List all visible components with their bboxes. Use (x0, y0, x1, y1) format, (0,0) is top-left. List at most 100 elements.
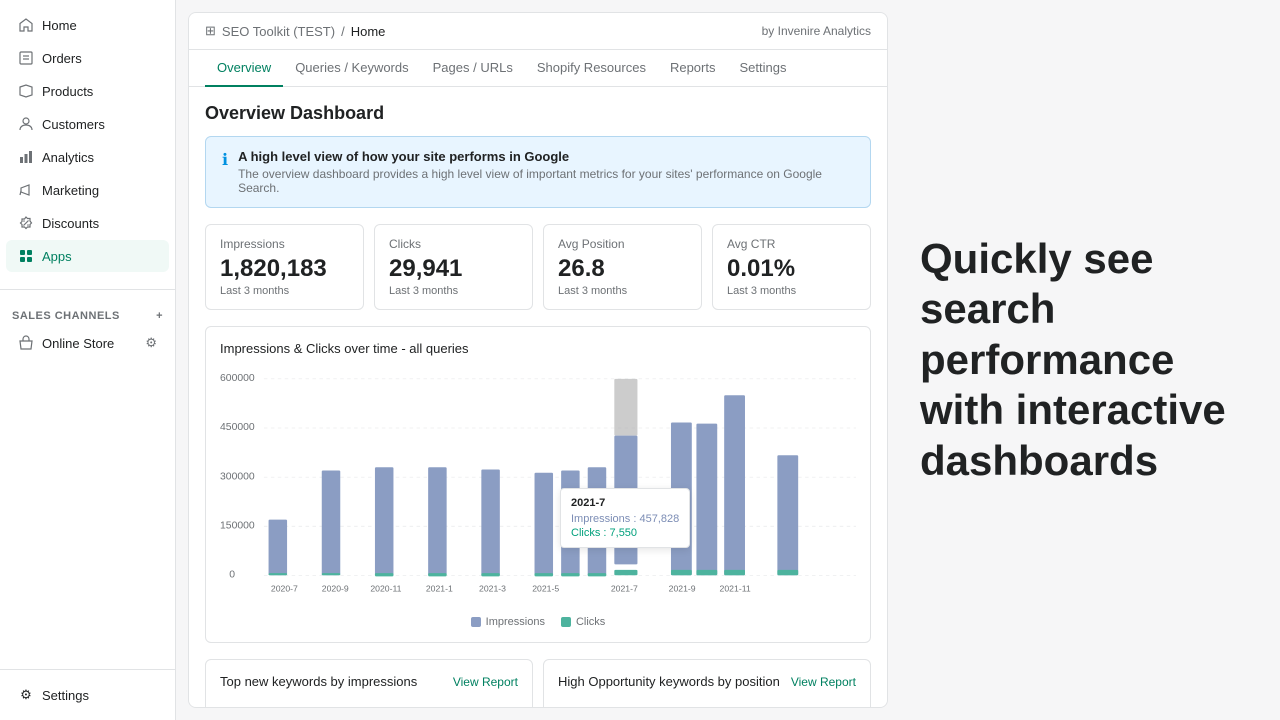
metric-card-avg-ctr: Avg CTR 0.01% Last 3 months (712, 224, 871, 310)
view-report-link-2[interactable]: View Report (791, 675, 856, 689)
metric-period: Last 3 months (727, 285, 856, 297)
keyword-count: 11 (844, 705, 856, 708)
card-title: High Opportunity keywords by position (558, 674, 780, 689)
svg-text:600000: 600000 (220, 373, 255, 384)
legend-impressions-dot (471, 617, 481, 627)
analytics-icon (18, 149, 34, 165)
svg-text:2021-1: 2021-1 (426, 584, 453, 594)
tab-reports[interactable]: Reports (658, 50, 728, 87)
main-area: ⊞ SEO Toolkit (TEST) / Home by Invenire … (176, 0, 1280, 720)
view-report-link[interactable]: View Report (453, 675, 518, 689)
legend-clicks: Clicks (561, 616, 605, 628)
metric-period: Last 3 months (558, 285, 687, 297)
keyword-count: 875 (498, 705, 518, 708)
metric-value: 0.01% (727, 255, 856, 283)
svg-text:2021-11: 2021-11 (720, 584, 751, 594)
metric-label: Avg Position (558, 237, 687, 251)
settings-label: Settings (42, 688, 89, 703)
metric-label: Avg CTR (727, 237, 856, 251)
sidebar-item-home[interactable]: Home (6, 9, 169, 41)
store-icon (18, 335, 34, 351)
svg-text:2020-11: 2020-11 (370, 584, 401, 594)
promo-heading: Quickly see search performance with inte… (920, 234, 1260, 486)
card-header: Top new keywords by impressions View Rep… (220, 674, 518, 689)
app-name: SEO Toolkit (TEST) (222, 24, 335, 39)
banner-heading: A high level view of how your site perfo… (238, 149, 854, 164)
dashboard: Overview Dashboard ℹ A high level view o… (189, 87, 887, 708)
online-store-gear-icon[interactable]: ⚙ (145, 335, 157, 351)
metric-value: 29,941 (389, 255, 518, 283)
svg-text:300000: 300000 (220, 472, 255, 483)
legend-clicks-label: Clicks (576, 616, 605, 628)
keyword-row-1: 875 (220, 701, 518, 708)
metric-card-clicks: Clicks 29,941 Last 3 months (374, 224, 533, 310)
sidebar-item-label: Analytics (42, 150, 94, 165)
sidebar-item-discounts[interactable]: Discounts (6, 207, 169, 239)
breadcrumb-page: Home (351, 24, 386, 39)
chart-legend: Impressions Clicks (220, 616, 856, 628)
settings-icon: ⚙ (18, 687, 34, 703)
svg-text:150000: 150000 (220, 521, 255, 532)
svg-text:2021-5: 2021-5 (532, 584, 559, 594)
banner-body: The overview dashboard provides a high l… (238, 167, 854, 195)
metric-cards: Impressions 1,820,183 Last 3 months Clic… (205, 224, 871, 310)
sidebar-item-label: Customers (42, 117, 105, 132)
tab-queries[interactable]: Queries / Keywords (283, 50, 420, 87)
promo-text-panel: Quickly see search performance with inte… (900, 0, 1280, 720)
svg-text:2021-7: 2021-7 (611, 584, 638, 594)
svg-text:2021-3: 2021-3 (479, 584, 506, 594)
svg-text:2020-9: 2020-9 (322, 584, 349, 594)
tab-pages[interactable]: Pages / URLs (421, 50, 525, 87)
sidebar-item-marketing[interactable]: Marketing (6, 174, 169, 206)
svg-text:2020-7: 2020-7 (271, 584, 298, 594)
sidebar-item-label: Marketing (42, 183, 99, 198)
info-banner: ℹ A high level view of how your site per… (205, 136, 871, 208)
app-byline: by Invenire Analytics (762, 24, 871, 38)
apps-icon (18, 248, 34, 264)
legend-clicks-dot (561, 617, 571, 627)
metric-label: Clicks (389, 237, 518, 251)
sidebar-item-apps[interactable]: Apps (6, 240, 169, 272)
metric-card-avg-position: Avg Position 26.8 Last 3 months (543, 224, 702, 310)
tab-overview[interactable]: Overview (205, 50, 283, 87)
tabs-bar: Overview Queries / Keywords Pages / URLs… (189, 50, 887, 87)
card-header: High Opportunity keywords by position Vi… (558, 674, 856, 689)
sidebar-item-products[interactable]: Products (6, 75, 169, 107)
sidebar-divider (0, 289, 175, 290)
sidebar-bottom: ⚙ Settings (0, 669, 175, 720)
banner-content: A high level view of how your site perfo… (238, 149, 854, 195)
bottom-card-opportunity: High Opportunity keywords by position Vi… (543, 659, 871, 708)
tooltip-date: 2021-7 (571, 497, 679, 509)
svg-text:2021-9: 2021-9 (669, 584, 696, 594)
sidebar-item-label: Orders (42, 51, 82, 66)
sidebar-item-settings[interactable]: ⚙ Settings (6, 679, 169, 711)
tab-settings[interactable]: Settings (727, 50, 798, 87)
app-panel: ⊞ SEO Toolkit (TEST) / Home by Invenire … (188, 12, 888, 708)
chart-container[interactable]: 600000 450000 300000 150000 0 (220, 368, 856, 608)
metric-value: 1,820,183 (220, 255, 349, 283)
metric-card-impressions: Impressions 1,820,183 Last 3 months (205, 224, 364, 310)
legend-impressions: Impressions (471, 616, 545, 628)
sidebar-item-label: Home (42, 18, 77, 33)
sidebar-item-analytics[interactable]: Analytics (6, 141, 169, 173)
bottom-cards: Top new keywords by impressions View Rep… (205, 659, 871, 708)
sidebar-item-label: Products (42, 84, 93, 99)
customers-icon (18, 116, 34, 132)
chart-svg: 600000 450000 300000 150000 0 (220, 368, 856, 608)
sidebar-item-customers[interactable]: Customers (6, 108, 169, 140)
breadcrumb-separator: / (341, 24, 345, 39)
legend-impressions-label: Impressions (486, 616, 545, 628)
tab-shopify[interactable]: Shopify Resources (525, 50, 658, 87)
home-icon (18, 17, 34, 33)
add-channel-icon[interactable]: + (156, 310, 163, 322)
sidebar-item-orders[interactable]: Orders (6, 42, 169, 74)
chart-section: Impressions & Clicks over time - all que… (205, 326, 871, 643)
online-store-label: Online Store (42, 336, 114, 351)
tooltip-impressions: Impressions : 457,828 (571, 513, 679, 525)
chart-tooltip: 2021-7 Impressions : 457,828 Clicks : 7,… (560, 488, 690, 548)
svg-text:450000: 450000 (220, 422, 255, 433)
tooltip-clicks: Clicks : 7,550 (571, 527, 679, 539)
app-header: ⊞ SEO Toolkit (TEST) / Home by Invenire … (189, 13, 887, 50)
sidebar-item-online-store[interactable]: Online Store ⚙ (6, 327, 169, 359)
chart-title: Impressions & Clicks over time - all que… (220, 341, 856, 356)
